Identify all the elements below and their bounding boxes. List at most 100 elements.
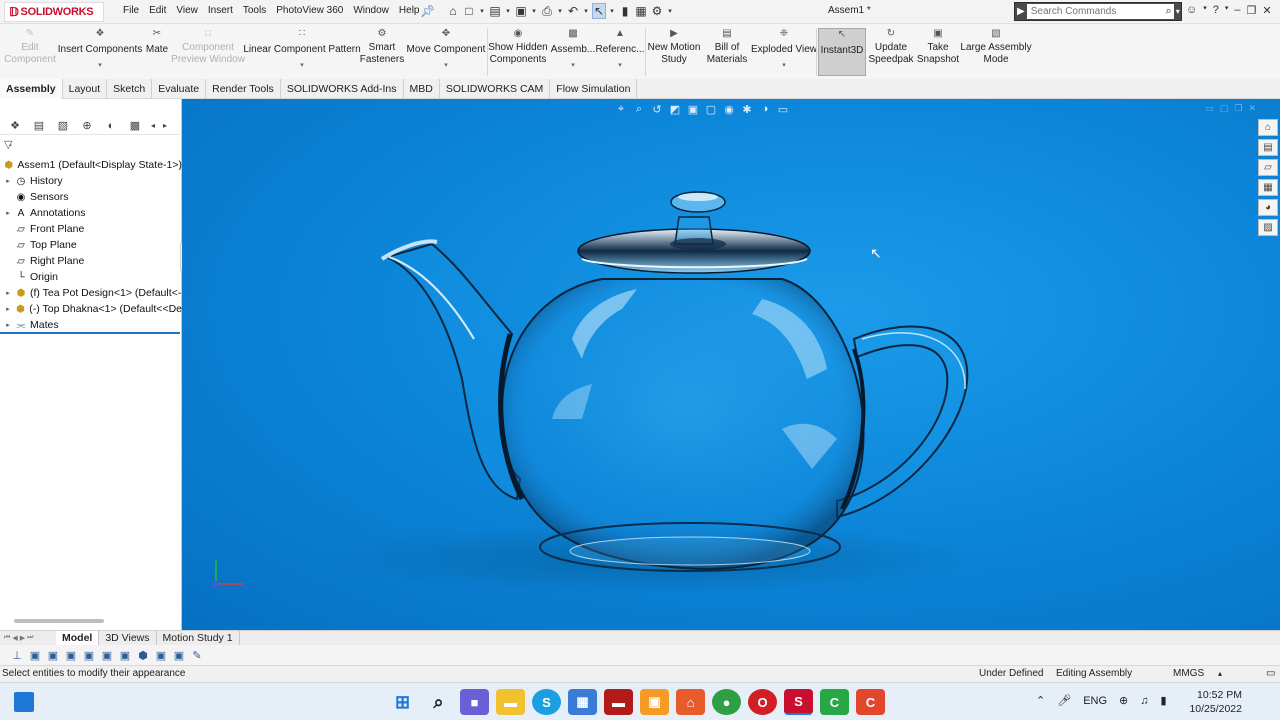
user-icon[interactable]: ☺ <box>1186 4 1197 17</box>
tree-item-annotations[interactable]: ▸ A Annotations <box>0 205 182 221</box>
new-document-icon[interactable]: □ <box>462 3 476 19</box>
menu-view[interactable]: View <box>171 5 203 16</box>
chevron-down-icon[interactable]: ▾ <box>571 62 575 70</box>
chevron-up-icon[interactable]: ⌃ <box>1036 694 1045 707</box>
help-icon[interactable]: ? <box>1213 4 1219 17</box>
skype-icon[interactable]: S <box>532 689 561 715</box>
property-manager-icon[interactable]: ▤ <box>28 119 50 132</box>
chevron-right-icon[interactable]: ▸ <box>160 121 170 130</box>
menu-window[interactable]: Window <box>348 5 394 16</box>
print-icon[interactable]: ⎙ <box>540 3 554 19</box>
isometric-view-icon[interactable]: ⬢ <box>136 649 150 662</box>
tab-render-tools[interactable]: Render Tools <box>206 79 281 99</box>
ribbon-snapshot-button[interactable]: ▣ Take Snapshot <box>917 28 959 76</box>
volume-icon[interactable]: ♫ <box>1140 695 1148 707</box>
edit-view-icon[interactable]: ✎ <box>190 649 204 662</box>
home-icon[interactable]: ⌂ <box>446 3 460 19</box>
last-tab-icon[interactable]: ⏭︎ <box>27 634 33 642</box>
back-view-icon[interactable]: ▣ <box>46 649 60 662</box>
menu-insert[interactable]: Insert <box>203 5 238 16</box>
ribbon-component-preview-button[interactable]: □ Component Preview Window <box>171 28 245 76</box>
expand-arrow-icon[interactable]: ▸ <box>2 177 14 185</box>
search-input[interactable] <box>1026 4 1163 19</box>
minimize-icon[interactable]: – <box>1234 4 1240 17</box>
solidworks-app-icon[interactable]: S <box>784 689 813 715</box>
ribbon-exploded-view-button[interactable]: ❈ Exploded View ▾ <box>751 28 817 76</box>
chevron-down-icon[interactable]: ▾ <box>530 3 538 19</box>
ribbon-edit-component-button[interactable]: ✎ Edit Component <box>4 28 56 76</box>
ribbon-speedpak-button[interactable]: ↻ Update Speedpak <box>868 28 913 76</box>
tab-layout[interactable]: Layout <box>63 79 108 99</box>
ribbon-assembly-features-button[interactable]: ▩ Assemb... ▾ <box>551 28 595 76</box>
ribbon-motion-study-button[interactable]: ▶ New Motion Study <box>647 28 701 76</box>
battery-icon[interactable]: ▮ <box>1161 694 1167 707</box>
horizontal-scrollbar[interactable] <box>14 619 104 623</box>
options-gear-icon[interactable]: ⚙ <box>650 3 664 19</box>
tree-item-origin[interactable]: └ Origin <box>0 269 182 285</box>
expand-arrow-icon[interactable]: ▸ <box>2 321 14 329</box>
tab-assembly[interactable]: Assembly <box>0 79 63 99</box>
store-icon[interactable]: ⌂ <box>676 689 705 715</box>
tab-flow-simulation[interactable]: Flow Simulation <box>550 79 638 99</box>
tab-3d-views[interactable]: 3D Views <box>99 630 157 646</box>
tab-mbd[interactable]: MBD <box>404 79 440 99</box>
ribbon-linear-pattern-button[interactable]: ∷ Linear Component Pattern ▾ <box>243 28 360 76</box>
chevron-down-icon[interactable]: ▾ <box>582 3 590 19</box>
file-properties-icon[interactable]: ▦ <box>634 3 648 19</box>
save-icon[interactable]: ▣ <box>514 3 528 19</box>
tab-cam[interactable]: SOLIDWORKS CAM <box>440 79 551 99</box>
right-view-icon[interactable]: ▣ <box>82 649 96 662</box>
calculator-icon[interactable]: ▦ <box>568 689 597 715</box>
menu-photoview[interactable]: PhotoView 360 <box>271 5 348 16</box>
expand-arrow-icon[interactable]: ▸ <box>2 289 14 297</box>
solidworks-logo[interactable]: 𝔻 SOLIDWORKS <box>4 2 104 22</box>
filter-icon[interactable]: ▽̵ <box>4 138 12 151</box>
chevron-down-icon[interactable]: ▾ <box>98 62 102 70</box>
tab-evaluate[interactable]: Evaluate <box>152 79 207 99</box>
language-indicator[interactable]: ENG <box>1083 695 1107 707</box>
select-icon[interactable]: ↖ <box>592 3 606 19</box>
camtasia-icon[interactable]: C <box>820 689 849 715</box>
pin-menu-icon[interactable]: 📌︎ <box>420 4 435 18</box>
chevron-down-icon[interactable]: ▾ <box>300 62 304 70</box>
rebuild-status-icon[interactable]: ▭ <box>1266 666 1275 682</box>
tree-item-right-plane[interactable]: ▱ Right Plane <box>0 253 182 269</box>
ribbon-bom-button[interactable]: ▤ Bill of Materials <box>706 28 748 76</box>
chevron-down-icon[interactable]: ▾ <box>556 3 564 19</box>
tree-item-top-plane[interactable]: ▱ Top Plane <box>0 237 182 253</box>
teapot-model[interactable] <box>182 99 1280 630</box>
opera-icon[interactable]: O <box>748 689 777 715</box>
tree-item-history[interactable]: ▸ ◷ History <box>0 173 182 189</box>
expand-arrow-icon[interactable]: ▸ <box>2 209 14 217</box>
normal-to-icon[interactable]: ⊥ <box>10 649 24 662</box>
microphone-icon[interactable]: 🎤︎ <box>1057 694 1071 707</box>
front-view-icon[interactable]: ▣ <box>28 649 42 662</box>
first-tab-icon[interactable]: ⏮︎ <box>4 634 10 642</box>
tab-sketch[interactable]: Sketch <box>107 79 153 99</box>
search-icon[interactable]: ⌕ <box>424 689 453 715</box>
chevron-down-icon[interactable]: ▾ <box>1174 7 1181 16</box>
app-red-icon[interactable]: ▬ <box>604 689 633 715</box>
chevron-down-icon[interactable]: ▾ <box>504 3 512 19</box>
search-icon[interactable]: ⌕ <box>1162 4 1175 19</box>
undo-icon[interactable]: ↶ <box>566 3 580 19</box>
close-icon[interactable]: ✕ <box>1262 4 1271 17</box>
tree-item-sensors[interactable]: ◉ Sensors <box>0 189 182 205</box>
tree-item-front-plane[interactable]: ▱ Front Plane <box>0 221 182 237</box>
traffic-light-icon[interactable]: ▮ <box>618 3 632 19</box>
chevron-down-icon[interactable]: ▾ <box>444 62 448 70</box>
ribbon-smart-fasteners-button[interactable]: ⚙ Smart Fasteners <box>360 28 404 76</box>
menu-tools[interactable]: Tools <box>238 5 271 16</box>
tree-item-f-tea-pot-design-1-default[interactable]: ▸ ⬢ (f) Tea Pot Design<1> (Default<- <box>0 285 182 301</box>
prev-tab-icon[interactable]: ◀︎ <box>12 634 17 642</box>
clock[interactable]: 10:52 PM 10/25/2022 <box>1188 688 1242 716</box>
tab-motion-study-1[interactable]: Motion Study 1 <box>157 630 240 646</box>
ribbon-instant3d-button[interactable]: ↖ Instant3D <box>818 28 866 76</box>
feature-tree-icon[interactable]: ❖ <box>4 119 26 132</box>
next-tab-icon[interactable]: ▶︎ <box>20 634 25 642</box>
cam-tree-icon[interactable]: ▩ <box>124 119 146 132</box>
dimxpert-icon[interactable]: ⊕ <box>76 119 98 132</box>
chrome-icon[interactable]: ● <box>712 689 741 715</box>
app-orange-icon[interactable]: ▣ <box>640 689 669 715</box>
chevron-down-icon[interactable]: ▾ <box>618 62 622 70</box>
